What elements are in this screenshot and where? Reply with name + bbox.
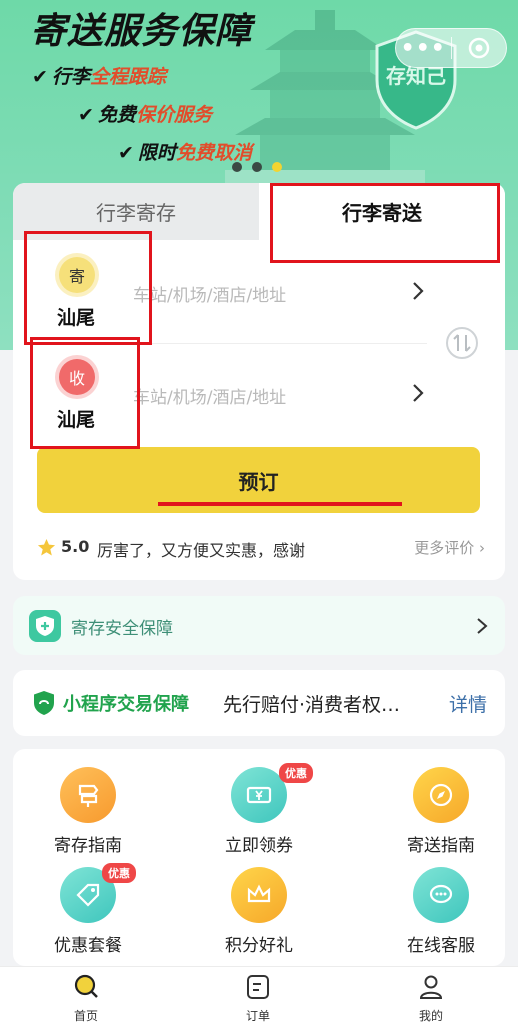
check-icon: ✔ <box>78 104 94 126</box>
safety-guarantee-card[interactable]: 寄存安全保障 <box>13 596 505 655</box>
feature-highlight: 保价服务 <box>135 104 212 126</box>
more-reviews-link[interactable]: 更多评价 › <box>414 537 485 558</box>
miniprogram-capsule: ••• <box>395 28 507 68</box>
order-icon <box>247 975 269 999</box>
user-icon <box>419 975 443 999</box>
grid-label: 寄送指南 <box>407 836 475 856</box>
tab-home[interactable]: 首页 <box>46 973 126 1024</box>
grid-item-discount-package[interactable]: 优惠 优惠套餐 <box>28 863 148 956</box>
tab-profile[interactable]: 我的 <box>391 973 471 1024</box>
sender-address-input[interactable]: 车站/机场/酒店/地址 <box>133 281 286 306</box>
chevron-right-icon <box>477 618 488 634</box>
guarantee-description: 先行赔付·消费者权… <box>223 694 401 716</box>
chevron-right-icon <box>413 384 424 402</box>
rating-score: 5.0 <box>61 537 90 556</box>
carousel-indicator <box>232 162 282 172</box>
feature-cancel: ✔ 限时免费取消 <box>118 138 252 165</box>
feature-tracking: ✔ 行李全程跟踪 <box>32 62 166 89</box>
annotation-underline <box>158 502 402 506</box>
carousel-dot-active[interactable] <box>272 162 282 172</box>
chevron-right-icon <box>413 282 424 300</box>
safety-label: 寄存安全保障 <box>71 619 173 639</box>
feature-text: 免费 <box>97 104 136 126</box>
divider <box>133 343 427 344</box>
star-icon <box>37 538 56 556</box>
tab-label: 首页 <box>73 1009 98 1023</box>
tab-orders[interactable]: 订单 <box>218 973 298 1024</box>
tab-label: 订单 <box>245 1009 270 1023</box>
feature-text: 行李 <box>51 66 90 88</box>
grid-label: 积分好礼 <box>225 936 293 956</box>
check-icon: ✔ <box>32 66 48 88</box>
shield-plus-icon <box>29 610 61 642</box>
annotation-box-sender <box>24 231 152 345</box>
annotation-box-delivery-tab <box>270 183 500 263</box>
close-miniprogram-button[interactable] <box>452 36 507 60</box>
feature-highlight: 全程跟踪 <box>89 66 166 88</box>
feature-highlight: 免费取消 <box>175 142 252 164</box>
annotation-box-receiver <box>30 337 140 449</box>
compass-icon <box>413 767 469 823</box>
more-menu-button[interactable]: ••• <box>396 36 451 61</box>
bottom-tab-bar: 首页 订单 我的 <box>0 966 518 1024</box>
feature-text: 限时 <box>137 142 176 164</box>
banner-title: 寄送服务保障 <box>30 11 253 52</box>
receiver-address-input[interactable]: 车站/机场/酒店/地址 <box>133 383 286 408</box>
grid-label: 立即领券 <box>225 836 293 856</box>
grid-label: 寄存指南 <box>54 836 122 856</box>
grid-label: 优惠套餐 <box>54 936 122 956</box>
discount-badge: 优惠 <box>102 863 136 883</box>
target-icon <box>468 37 489 59</box>
review-text: 厉害了，又方便又实惠，感谢 <box>97 541 306 560</box>
carousel-dot[interactable] <box>252 162 262 172</box>
tab-label: 我的 <box>418 1009 443 1023</box>
guarantee-label: 小程序交易保障 <box>63 694 189 715</box>
transaction-guarantee-card: 小程序交易保障 先行赔付·消费者权… 详情 <box>13 670 505 736</box>
grid-item-storage-guide[interactable]: 寄存指南 <box>28 767 148 856</box>
discount-badge: 优惠 <box>279 763 313 783</box>
grid-item-delivery-guide[interactable]: 寄送指南 <box>381 767 501 856</box>
chat-bubble-icon <box>413 867 469 923</box>
search-icon <box>74 974 98 998</box>
guarantee-detail-link[interactable]: 详情 <box>449 690 487 717</box>
grid-item-points-gifts[interactable]: 积分好礼 <box>199 867 319 956</box>
grid-label: 在线客服 <box>407 936 475 956</box>
swap-icon[interactable] <box>445 326 479 360</box>
grid-item-get-coupon[interactable]: 优惠 立即领券 <box>199 763 319 856</box>
feature-insurance: ✔ 免费保价服务 <box>78 100 212 127</box>
service-grid: 寄存指南 优惠 立即领券 寄送指南 优惠 优惠套餐 积分好礼 在线客服 <box>13 749 505 966</box>
carousel-dot[interactable] <box>232 162 242 172</box>
review-summary: 5.0 厉害了，又方便又实惠，感谢 更多评价 › <box>37 536 485 560</box>
guarantee-shield-icon <box>34 691 54 715</box>
crown-icon <box>231 867 287 923</box>
more-reviews-label: 更多评价 <box>414 539 475 557</box>
check-icon: ✔ <box>118 142 134 164</box>
grid-item-online-service[interactable]: 在线客服 <box>381 867 501 956</box>
signpost-icon <box>60 767 116 823</box>
